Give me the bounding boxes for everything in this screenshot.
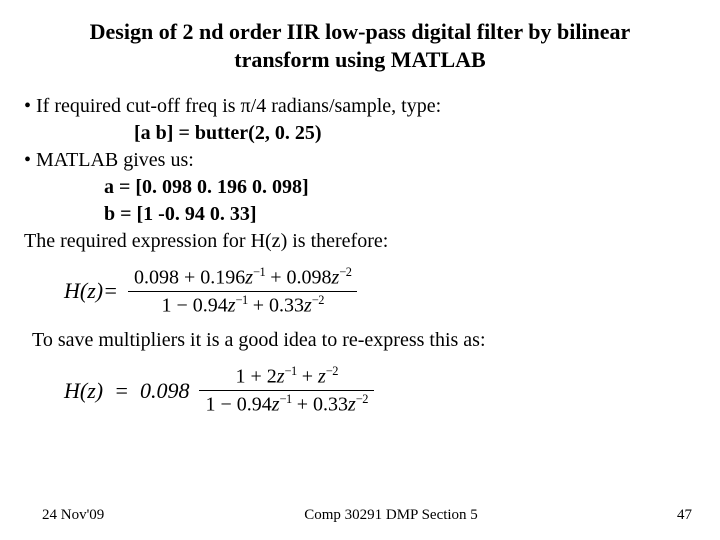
- slide-body: • If required cut-off freq is π/4 radian…: [24, 93, 696, 417]
- eq2-den-part1: 1 − 0.94: [205, 394, 271, 416]
- eq2-num-part1: 1 + 2: [235, 366, 276, 388]
- eq1-num-part2: + 0.098: [265, 267, 331, 289]
- bullet-cutoff: • If required cut-off freq is π/4 radian…: [24, 93, 696, 120]
- eq2-num-part2: +: [297, 366, 318, 388]
- eq1-num-part1: 0.098 + 0.196: [134, 267, 245, 289]
- equation-hz-full: H(z)= 0.098 + 0.196z−1 + 0.098z−2 1 − 0.…: [64, 265, 696, 317]
- code-butter: [a b] = butter(2, 0. 25): [24, 120, 696, 147]
- eq1-den-part1: 1 − 0.94: [161, 294, 227, 316]
- footer-date: 24 Nov'09: [42, 507, 122, 524]
- eq1-den-part2: + 0.33: [248, 294, 304, 316]
- vector-a: a = [0. 098 0. 196 0. 098]: [24, 174, 696, 201]
- bullet-matlab-gives: • MATLAB gives us:: [24, 147, 696, 174]
- vector-b: b = [1 -0. 94 0. 33]: [24, 201, 696, 228]
- slide-footer: 24 Nov'09 Comp 30291 DMP Section 5 47: [0, 507, 720, 524]
- required-expression-text: The required expression for H(z) is ther…: [24, 228, 696, 255]
- save-multipliers-text: To save multipliers it is a good idea to…: [32, 327, 696, 354]
- footer-course: Comp 30291 DMP Section 5: [122, 507, 660, 524]
- slide-title: Design of 2 nd order IIR low-pass digita…: [64, 18, 656, 73]
- footer-page-number: 47: [660, 507, 692, 524]
- eq2-den-part2: + 0.33: [292, 394, 348, 416]
- equation-hz-factored: H(z) = 0.098 1 + 2z−1 + z−2 1 − 0.94z−1 …: [64, 364, 696, 416]
